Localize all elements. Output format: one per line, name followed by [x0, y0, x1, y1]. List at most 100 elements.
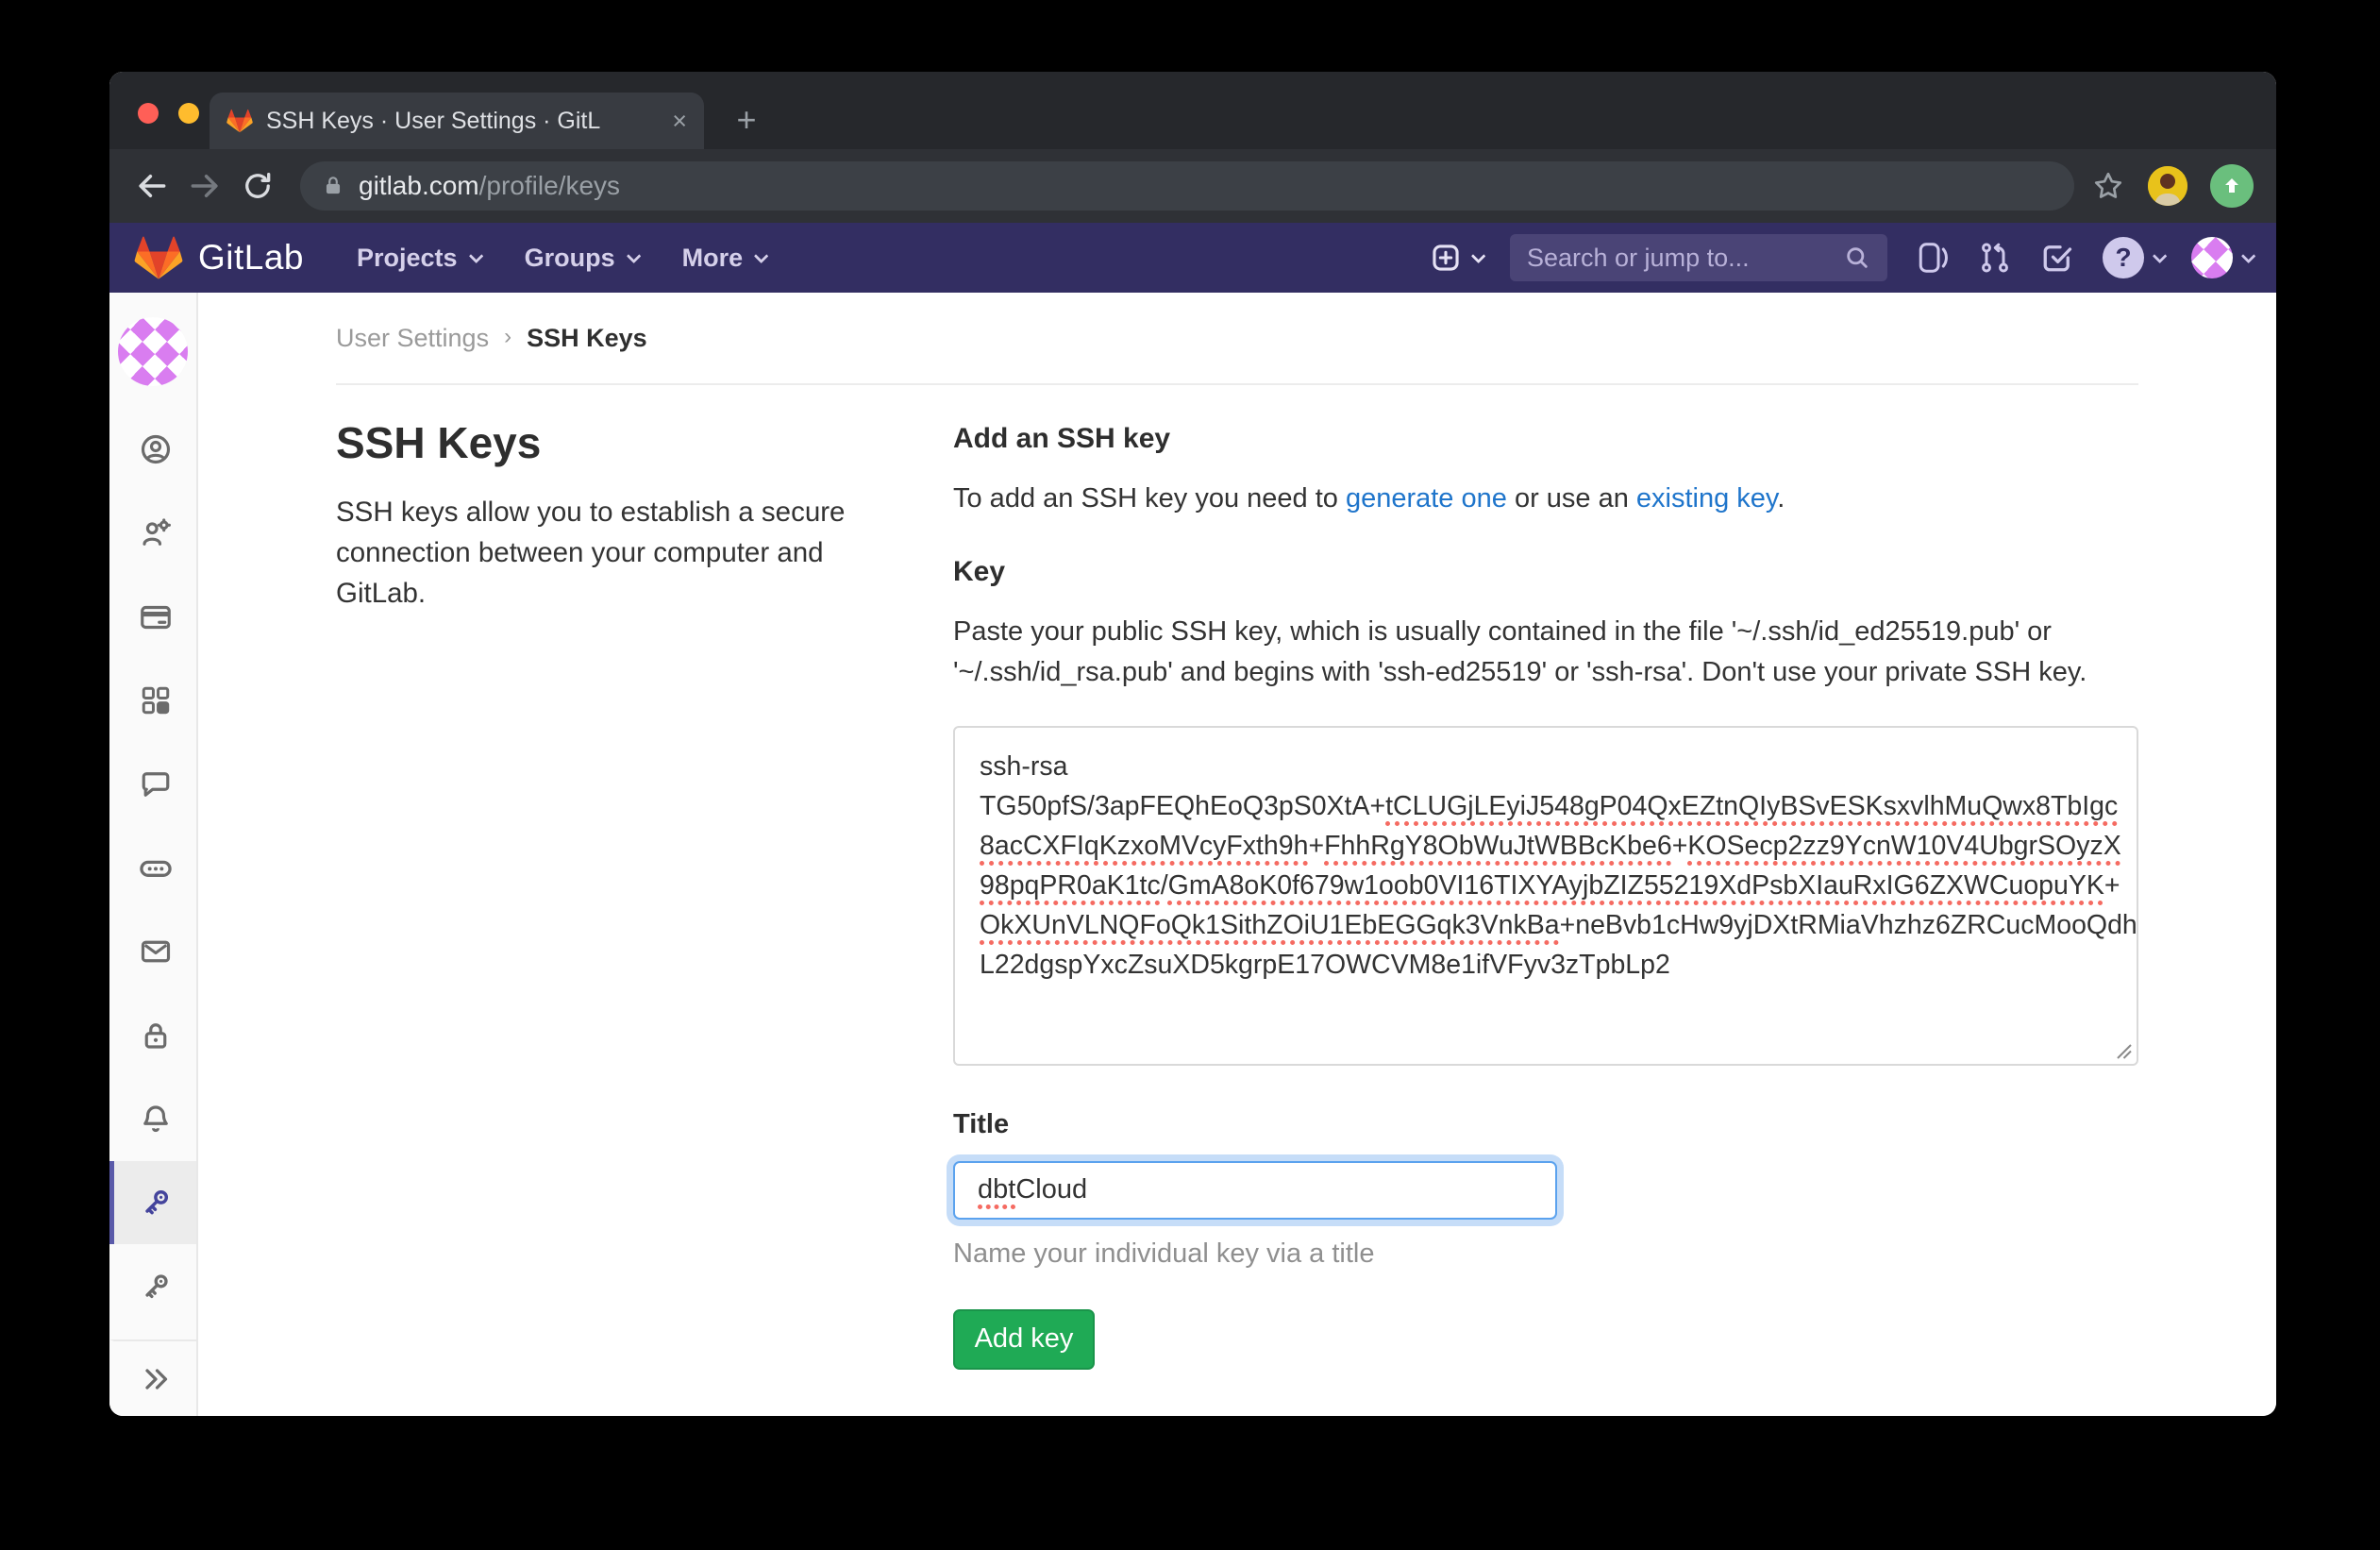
access-tokens-icon [138, 851, 174, 886]
back-arrow-icon [134, 168, 170, 204]
account-icon [139, 516, 173, 550]
address-bar[interactable]: gitlab.com/profile/keys [300, 161, 2074, 211]
up-arrow-icon [2221, 175, 2243, 197]
gitlab-favicon-icon [226, 109, 253, 133]
breadcrumb-current: SSH Keys [527, 324, 647, 353]
close-window-button[interactable] [138, 103, 159, 124]
navbar-right: Search or jump to... ? [1430, 234, 2252, 281]
breadcrumb-separator-icon: › [504, 324, 511, 350]
notifications-bell-icon [139, 1102, 173, 1136]
chevron-down-icon [626, 248, 641, 263]
page-description: SSH keys allow you to establish a secure… [336, 493, 864, 614]
nav-item-groups[interactable]: Groups [525, 244, 637, 273]
forward-arrow-icon [187, 168, 223, 204]
help-icon: ? [2103, 237, 2144, 278]
bookmark-star-icon[interactable] [2091, 169, 2125, 203]
tab-close-icon[interactable]: × [672, 109, 687, 134]
browser-update-button[interactable] [2210, 164, 2254, 208]
url-host: gitlab.com [359, 171, 479, 201]
key-field-help: Paste your public SSH key, which is usua… [953, 612, 2138, 694]
new-tab-button[interactable]: + [725, 98, 768, 142]
chat-icon [139, 767, 173, 801]
chevron-down-icon [468, 248, 483, 263]
existing-key-link[interactable]: existing key [1636, 483, 1777, 514]
chevron-down-icon [1471, 248, 1486, 263]
reload-button[interactable] [238, 166, 277, 206]
user-menu-button[interactable] [2191, 237, 2252, 278]
collapse-icon [139, 1362, 173, 1396]
page-title: SSH Keys [336, 417, 864, 468]
title-field-help: Name your individual key via a title [953, 1238, 2138, 1270]
sidebar-item-gpg-keys[interactable] [109, 1244, 196, 1328]
resize-grip-icon[interactable] [2115, 1042, 2134, 1061]
sidebar-item-profile[interactable] [109, 408, 196, 492]
nav-item-projects[interactable]: Projects [357, 244, 479, 273]
add-ssh-key-heading: Add an SSH key [953, 423, 2138, 455]
title-input[interactable]: dbt Cloud [953, 1161, 1557, 1220]
search-placeholder: Search or jump to... [1527, 244, 1844, 273]
sidebar-collapse-button[interactable] [109, 1339, 196, 1416]
applications-icon [140, 684, 172, 716]
search-icon [1844, 244, 1870, 271]
user-avatar [2191, 237, 2233, 278]
sidebar-item-notifications[interactable] [109, 1077, 196, 1161]
forward-button[interactable] [185, 166, 225, 206]
tab-bar: SSH Keys · User Settings · GitL × + [109, 72, 2276, 149]
secure-lock-icon [321, 174, 345, 198]
chevron-down-icon [2153, 248, 2168, 263]
minimize-window-button[interactable] [178, 103, 199, 124]
nav-links: Projects Groups More [357, 244, 764, 273]
browser-window: SSH Keys · User Settings · GitL × + gitl… [109, 72, 2276, 1416]
key-field-label: Key [953, 556, 2138, 588]
title-field-label: Title [953, 1109, 2138, 1140]
billing-icon [139, 600, 173, 634]
browser-profile-avatar[interactable] [2148, 166, 2187, 206]
new-menu-button[interactable] [1430, 242, 1482, 274]
profile-icon [139, 432, 173, 466]
main-content: User Settings › SSH Keys SSH Keys SSH ke… [198, 293, 2276, 1416]
back-button[interactable] [132, 166, 172, 206]
merge-request-icon[interactable] [1978, 241, 2012, 275]
add-key-button[interactable]: Add key [953, 1309, 1095, 1370]
sidebar-item-account[interactable] [109, 492, 196, 576]
breadcrumb: User Settings › SSH Keys [336, 293, 2138, 385]
reload-icon [241, 169, 275, 203]
chevron-down-icon [2241, 248, 2256, 263]
issues-icon[interactable] [1916, 241, 1950, 275]
ssh-key-textarea[interactable]: ssh-rsaTG50pfS/3apFEQhEoQ3pS0XtA+tCLUGjL… [953, 726, 2138, 1066]
add-ssh-key-intro: To add an SSH key you need to generate o… [953, 479, 2138, 520]
tab-title: SSH Keys · User Settings · GitL [266, 108, 666, 135]
nav-item-more[interactable]: More [682, 244, 765, 273]
settings-sidebar [109, 293, 198, 1416]
plus-menu-icon [1430, 242, 1462, 274]
sidebar-item-password[interactable] [109, 994, 196, 1078]
sidebar-item-chat[interactable] [109, 743, 196, 827]
ssh-key-form: Add an SSH key To add an SSH key you nee… [953, 385, 2138, 1416]
search-input[interactable]: Search or jump to... [1510, 234, 1887, 281]
password-lock-icon [139, 1019, 173, 1053]
chevron-down-icon [754, 248, 769, 263]
sidebar-item-applications[interactable] [109, 659, 196, 743]
browser-tab[interactable]: SSH Keys · User Settings · GitL × [210, 93, 704, 149]
gitlab-logo-icon[interactable] [134, 235, 183, 280]
browser-toolbar: gitlab.com/profile/keys [109, 149, 2276, 223]
url-path: /profile/keys [479, 171, 620, 201]
sidebar-item-access-tokens[interactable] [109, 826, 196, 910]
breadcrumb-parent[interactable]: User Settings [336, 324, 489, 353]
gitlab-brand-text[interactable]: GitLab [198, 238, 304, 278]
gpg-keys-icon [138, 1269, 174, 1305]
toolbar-right [2091, 164, 2254, 208]
sidebar-item-ssh-keys[interactable] [109, 1161, 196, 1245]
help-menu-button[interactable]: ? [2103, 237, 2163, 278]
gitlab-navbar: GitLab Projects Groups More Search or ju… [109, 223, 2276, 293]
emails-icon [139, 935, 173, 969]
user-avatar[interactable] [118, 317, 188, 386]
todos-icon[interactable] [2040, 241, 2074, 275]
page-body: User Settings › SSH Keys SSH Keys SSH ke… [109, 293, 2276, 1416]
sidebar-item-billing[interactable] [109, 575, 196, 659]
sidebar-item-emails[interactable] [109, 910, 196, 994]
ssh-keys-icon [138, 1185, 174, 1221]
section-description: SSH Keys SSH keys allow you to establish… [336, 385, 953, 1416]
generate-one-link[interactable]: generate one [1346, 483, 1507, 514]
profile-photo [2148, 166, 2187, 206]
